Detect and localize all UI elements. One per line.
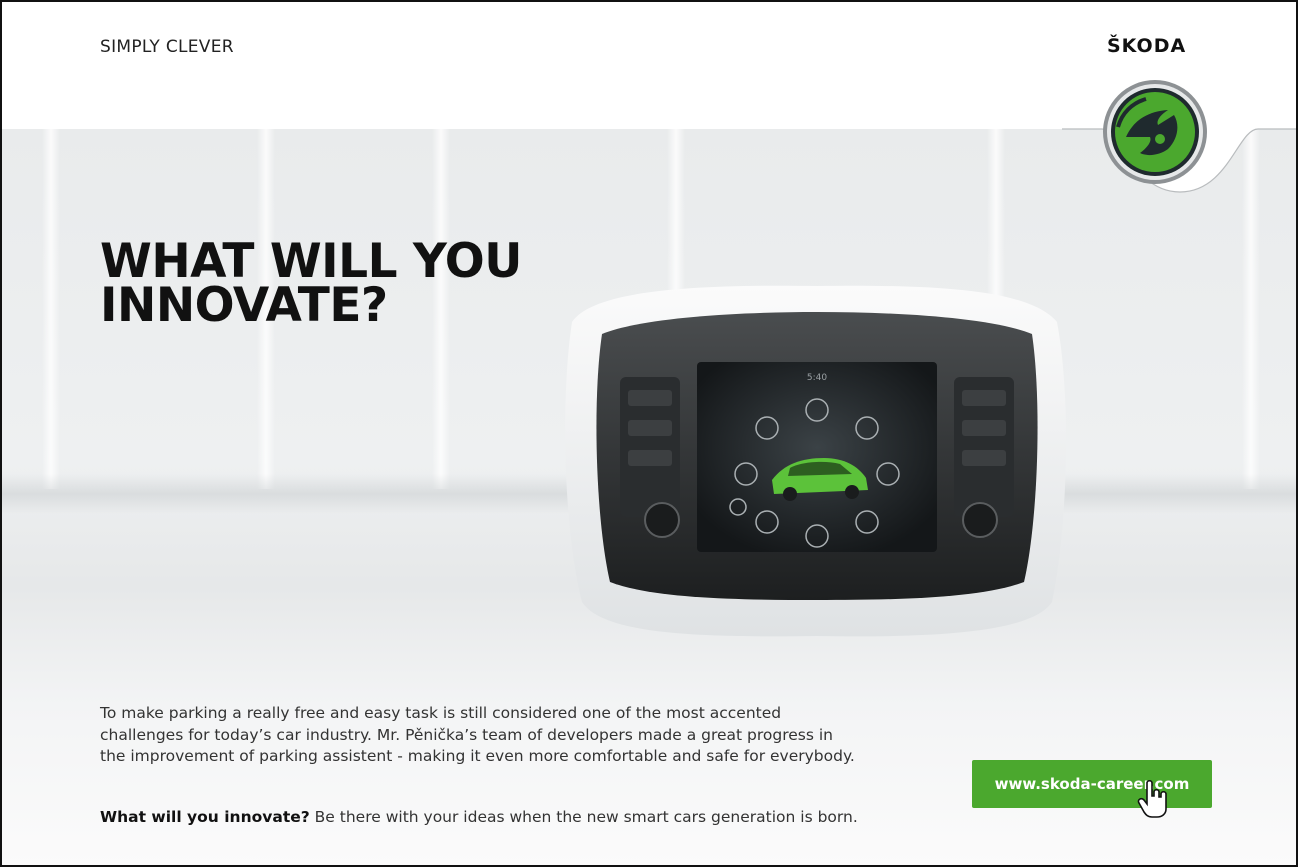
body-paragraph: To make parking a really free and easy t…: [100, 704, 855, 765]
hand-pointer-icon: [1137, 779, 1167, 818]
cta-bold-question: What will you innovate?: [100, 808, 310, 826]
cta-rest: Be there with your ideas when the new sm…: [309, 808, 858, 826]
headline: WHAT WILL YOU INNOVATE?: [100, 238, 522, 333]
infotainment-device-image: 5:40: [565, 285, 1067, 637]
advertisement: SIMPLY CLEVER ŠKODA WHAT WILL YOU INNOVA…: [0, 0, 1298, 867]
career-link-button[interactable]: www.skoda-career.com: [972, 760, 1212, 808]
tagline: SIMPLY CLEVER: [100, 37, 234, 57]
cta-sentence: What will you innovate? Be there with yo…: [100, 808, 858, 826]
headline-line-2: INNOVATE?: [100, 278, 388, 333]
brand-name: ŠKODA: [1107, 35, 1187, 57]
skoda-arrow-logo-icon: [1103, 80, 1207, 184]
screen-time: 5:40: [807, 373, 827, 383]
